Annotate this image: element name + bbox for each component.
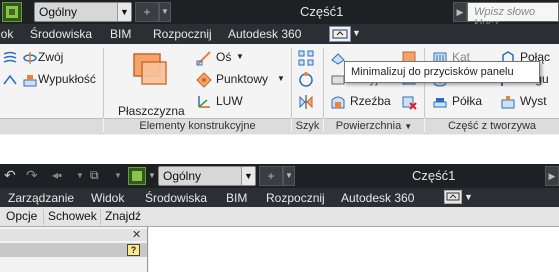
chevron-down-icon: ▼ [241, 167, 255, 185]
undo-icon[interactable]: ↶ [4, 167, 16, 184]
tool-plaszczyzna[interactable]: Płaszczyzna [118, 104, 185, 118]
tool-zwoj[interactable]: Zwój [38, 50, 63, 64]
panel-button-znajdz[interactable]: Znajdź [105, 209, 141, 223]
delete-face-icon[interactable] [401, 94, 417, 110]
expand-search-icon[interactable]: ▶ [453, 2, 467, 22]
mirror-icon[interactable] [298, 94, 314, 110]
workspace-value: Ogólny [39, 5, 78, 19]
return-icon[interactable]: ◂▪ [52, 168, 62, 182]
tool-wyst[interactable]: Wyst [520, 94, 547, 108]
circular-pattern-icon[interactable] [298, 72, 314, 88]
panel-button-schowek[interactable]: Schowek [48, 209, 97, 223]
window-title-2: Część1 [412, 168, 456, 183]
minimize-panel-button-2[interactable] [444, 190, 462, 204]
dropdown-arrow-icon[interactable]: ▼ [159, 2, 171, 22]
graphics-window[interactable] [149, 227, 559, 272]
panel-powierzchnia[interactable]: Powierzchnia ▼ [324, 118, 424, 134]
sculpt-icon[interactable] [330, 94, 346, 110]
emboss-icon [22, 72, 38, 88]
app-icon-2[interactable] [128, 167, 146, 185]
panel-divider [424, 48, 425, 118]
panel-divider [323, 48, 324, 118]
panel-powierzchnia-label: Powierzchnia [335, 120, 402, 132]
update-icon[interactable]: ⧉ [90, 168, 99, 183]
axis-dropdown-icon[interactable]: ▼ [236, 52, 244, 61]
app-icon[interactable] [2, 2, 22, 22]
tooltip: Minimalizuj do przycisków panelu [344, 61, 540, 83]
ucs-icon [196, 94, 212, 110]
help-icon[interactable]: ? [127, 244, 140, 256]
gap-area [0, 135, 559, 164]
panel-strip: Opcje Schowek Znajdź [0, 207, 559, 227]
work-point-icon [196, 72, 212, 88]
workspace-combo[interactable]: Ogólny ▼ [34, 2, 132, 22]
panel-elementy-konstrukcyjne[interactable]: Elementy konstrukcyjne [104, 118, 291, 134]
tab-rozpocznij[interactable]: Rozpocznij [266, 191, 325, 205]
tab-widok[interactable]: Widok [91, 191, 124, 205]
tool-luw[interactable]: LUW [216, 94, 243, 108]
chevron-down-icon: ▼ [117, 3, 131, 21]
panel-czesc-z-tworzywa[interactable]: Część z tworzywa [425, 118, 559, 134]
minimize-dropdown-icon[interactable]: ▼ [352, 28, 361, 38]
return-dropdown-icon[interactable]: ▼ [76, 171, 84, 180]
ribbon: Zwój Wypukłość Płaszczyzna ▼ Oś ▼ Punkto… [0, 44, 559, 134]
panel-button-opcje[interactable]: Opcje [6, 209, 37, 223]
tool-polka[interactable]: Półka [452, 94, 482, 108]
panel-bar-left [0, 118, 103, 134]
strip-divider [43, 209, 44, 225]
tab-bim[interactable]: BIM [226, 191, 247, 205]
title-bar-top: Ogólny ▼ + ▼ Część1 ▶ Wpisz słowo klucz [0, 0, 559, 30]
dropdown-arrow-icon-2[interactable]: ▼ [283, 166, 295, 186]
panel-divider [291, 48, 292, 118]
workspace-combo-2[interactable]: Ogólny ▼ [158, 166, 256, 186]
tab-autodesk-360[interactable]: Autodesk 360 [228, 27, 301, 41]
add-icon-2[interactable]: + [259, 166, 283, 186]
update-dropdown-icon[interactable]: ▼ [114, 171, 122, 180]
panel-divider [103, 48, 104, 118]
tool-punktowy[interactable]: Punktowy [216, 72, 268, 86]
axis-icon [196, 50, 212, 66]
expand-search-icon-2[interactable]: ▶ [545, 166, 559, 186]
tool-rzezba[interactable]: Rzeźba [350, 94, 391, 108]
tab-widok[interactable]: iok [0, 27, 13, 41]
work-plane-icon[interactable] [130, 50, 170, 90]
coil-icon [2, 50, 18, 66]
tab-srodowiska[interactable]: Środowiska [145, 191, 207, 205]
lip-icon[interactable] [500, 94, 516, 110]
strip-divider [100, 209, 101, 225]
add-icon[interactable]: + [135, 2, 159, 22]
browser-header [0, 229, 147, 241]
ribbon-tabs-bottom: Zarządzanie Widok Środowiska BIM Rozpocz… [0, 188, 559, 207]
search-input[interactable]: Wpisz słowo klucz [467, 2, 559, 30]
redo-icon[interactable]: ↷ [26, 167, 38, 184]
rest-icon[interactable] [432, 94, 448, 110]
close-icon[interactable]: ✕ [132, 228, 141, 241]
tool-os[interactable]: Oś [216, 50, 231, 64]
minimize-panel-button[interactable] [329, 26, 351, 42]
tab-autodesk-360[interactable]: Autodesk 360 [341, 191, 414, 205]
tab-rozpocznij[interactable]: Rozpocznij [153, 27, 212, 41]
panel-powierzchnia-dropdown-icon[interactable]: ▼ [404, 122, 412, 131]
title-bar-bottom: ↶ ↷ ◂▪ ▼ ⧉ ▼ ▼ Ogólny ▼ + ▼ Część1 ▶ [0, 164, 559, 188]
window-title: Część1 [300, 4, 344, 19]
browser-pane: ✕ ? [0, 227, 148, 272]
minimize-dropdown-icon-2[interactable]: ▼ [464, 192, 473, 202]
coil-tool-icon [22, 50, 38, 66]
tab-bim[interactable]: BIM [110, 27, 131, 41]
browser-toolbar [0, 243, 147, 257]
app-dropdown-icon[interactable]: ▼ [148, 171, 156, 180]
emboss-partial-icon [2, 72, 18, 88]
tab-srodowiska[interactable]: Środowiska [30, 27, 92, 41]
point-dropdown-icon[interactable]: ▼ [277, 74, 285, 83]
rectangular-pattern-icon[interactable] [298, 50, 314, 66]
ribbon-tabs-top: iok Środowiska BIM Rozpocznij Autodesk 3… [0, 24, 559, 44]
tool-wypuklosc[interactable]: Wypukłość [38, 72, 96, 86]
workspace-value-2: Ogólny [163, 169, 202, 183]
panel-szyk[interactable]: Szyk [292, 118, 323, 134]
tab-zarzadzanie[interactable]: Zarządzanie [8, 191, 74, 205]
